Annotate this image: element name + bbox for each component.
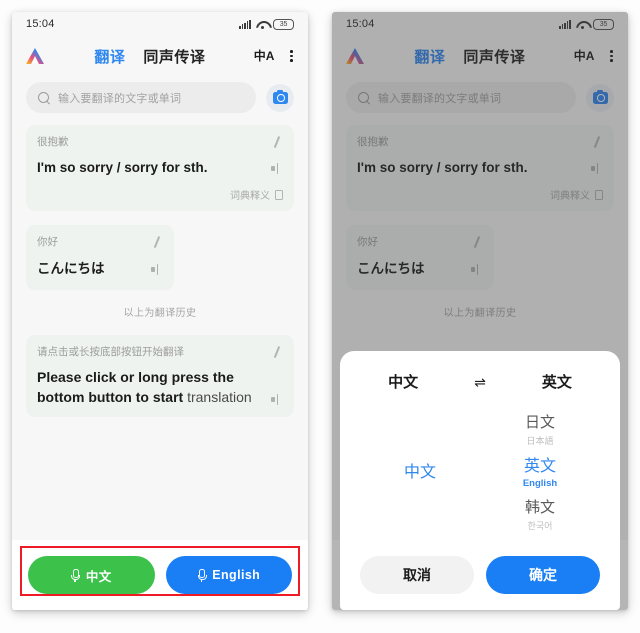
search-placeholder: 输入要翻译的文字或单词 <box>58 92 182 105</box>
mic-button-label: 中文 <box>85 569 112 584</box>
picker-option-label: 韩文 <box>524 499 555 516</box>
card-translation-text: I'm so sorry / sorry for sth. <box>37 160 208 176</box>
search-input[interactable]: 输入要翻译的文字或单词 <box>26 82 256 113</box>
picker-option-label: 中文 <box>403 463 436 481</box>
swap-languages-icon[interactable]: ⇌ <box>474 375 486 389</box>
card-source-row: 请点击或长按底部按钮开始翻译 <box>37 345 283 360</box>
card-translation-row: こんにちは <box>37 259 163 278</box>
source-language-picker[interactable]: 中文 <box>366 402 474 544</box>
phone-screen-right: 15:04 35 翻译 同声传译 中A 输入要翻译的文字或单词 很抱歉 I'm … <box>332 12 628 610</box>
mic-button-label: English <box>212 568 261 582</box>
card-source-text: 请点击或长按底部按钮开始翻译 <box>37 345 184 358</box>
speaker-icon[interactable] <box>151 263 163 275</box>
language-toggle-icon[interactable]: 中A <box>254 50 275 62</box>
book-icon <box>275 189 283 200</box>
card-translation-text: こんにちは <box>37 260 105 276</box>
picker-option-native: 日本語 <box>526 436 554 446</box>
speaker-icon[interactable] <box>271 393 283 405</box>
tab-translate[interactable]: 翻译 <box>94 46 125 67</box>
mic-icon <box>197 568 207 582</box>
dialog-header: 中文 ⇌ 英文 <box>356 365 604 396</box>
status-icon-group: 35 <box>239 18 294 30</box>
status-bar: 15:04 35 <box>12 12 308 36</box>
camera-icon <box>272 89 288 104</box>
status-time: 15:04 <box>26 18 55 30</box>
picker-option-korean[interactable]: 韩文 한국어 <box>525 499 555 532</box>
mic-icon <box>71 568 81 582</box>
picker-option-english[interactable]: 英文 English <box>523 457 557 489</box>
mic-button-english[interactable]: English <box>165 556 292 594</box>
picker-option-label: 英文 <box>523 458 556 475</box>
card-source-text: 你好 <box>37 236 58 249</box>
tab-simultaneous-interpretation[interactable]: 同声传译 <box>143 46 205 67</box>
app-bar: 翻译 同声传译 中A <box>12 36 308 76</box>
dictionary-label: 词典释义 <box>230 191 270 203</box>
card-translation-text: Please click or long press the bottom bu… <box>37 368 263 408</box>
card-translation-row: I'm so sorry / sorry for sth. <box>37 158 283 177</box>
picker-option-label: 日文 <box>524 414 555 432</box>
phone-screen-left: 15:04 35 翻译 同声传译 中A 输入要翻译的文字或单词 很抱歉 I'm … <box>12 12 308 610</box>
dialog-target-language[interactable]: 英文 <box>526 371 588 392</box>
current-translation-card[interactable]: 请点击或长按底部按钮开始翻译 Please click or long pres… <box>26 334 294 417</box>
search-row: 输入要翻译的文字或单词 <box>12 76 308 125</box>
wifi-icon <box>256 20 268 29</box>
target-language-picker[interactable]: 日文 日本語 英文 English 韩文 한국어 <box>486 402 594 544</box>
history-list[interactable]: 很抱歉 I'm so sorry / sorry for sth. 词典释义 你 <box>12 125 308 561</box>
tab-bar: 翻译 同声传译 <box>46 46 254 67</box>
app-logo-icon <box>24 46 46 66</box>
dialog-actions: 取消 确定 <box>356 546 604 594</box>
search-icon <box>38 91 50 104</box>
card-source-row: 很抱歉 <box>37 135 283 150</box>
screenshot-stage: 15:04 35 翻译 同声传译 中A 输入要翻译的文字或单词 很抱歉 I'm … <box>0 0 640 633</box>
language-picker-dialog: 中文 ⇌ 英文 中文 日文 日本語 英文 English 韩文 한국어 取消 确… <box>340 351 620 610</box>
translation-card[interactable]: 你好 こんにちは <box>26 225 174 290</box>
signal-bars-icon <box>239 19 251 29</box>
bottom-mic-bar: 中文 English <box>12 540 308 610</box>
more-vertical-icon[interactable] <box>287 48 296 64</box>
dialog-pickers: 中文 日文 日本語 英文 English 韩文 한국어 <box>356 396 604 546</box>
confirm-button[interactable]: 确定 <box>486 556 600 594</box>
card-footer[interactable]: 词典释义 <box>37 187 283 202</box>
picker-option-native: 한국어 <box>527 520 553 531</box>
speaker-icon[interactable] <box>271 163 283 175</box>
app-bar-actions: 中A <box>254 48 296 64</box>
camera-button[interactable] <box>266 83 294 112</box>
edit-slash-icon[interactable] <box>272 136 283 148</box>
translation-card[interactable]: 很抱歉 I'm so sorry / sorry for sth. 词典释义 <box>26 125 294 212</box>
edit-slash-icon[interactable] <box>272 346 283 358</box>
mic-button-chinese[interactable]: 中文 <box>28 556 155 594</box>
history-divider-note: 以上为翻译历史 <box>123 307 197 319</box>
right-panel: 15:04 35 翻译 同声传译 中A 输入要翻译的文字或单词 很抱歉 I'm … <box>320 0 640 633</box>
picker-option-japanese[interactable]: 日文 日本語 <box>525 414 555 447</box>
picker-option-chinese[interactable]: 中文 <box>404 463 436 484</box>
card-translation-tail: translation <box>187 388 252 405</box>
dialog-source-language[interactable]: 中文 <box>372 371 434 392</box>
picker-option-native: English <box>522 478 558 489</box>
edit-slash-icon[interactable] <box>152 236 163 248</box>
card-source-row: 你好 <box>37 235 163 250</box>
battery-icon: 35 <box>273 18 294 30</box>
card-source-text: 很抱歉 <box>37 136 69 148</box>
card-translation-row: Please click or long press the bottom bu… <box>37 368 283 408</box>
cancel-button[interactable]: 取消 <box>360 556 474 594</box>
left-panel: 15:04 35 翻译 同声传译 中A 输入要翻译的文字或单词 很抱歉 I'm … <box>0 0 320 633</box>
